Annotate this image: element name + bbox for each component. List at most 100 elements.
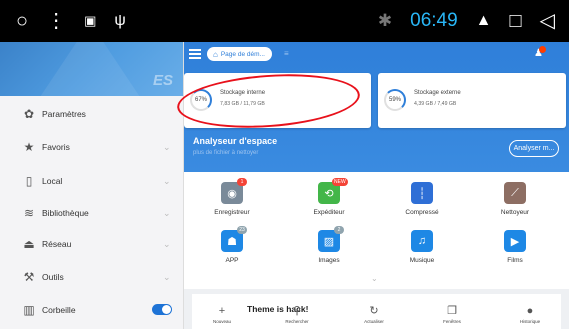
history-icon: ● xyxy=(526,305,534,317)
tile-images[interactable]: ▨ 2 Images xyxy=(294,226,364,274)
drawer-item-label: Favoris xyxy=(42,142,70,152)
external-storage-card[interactable]: 59% Stockage externe 4,39 GB / 7,49 GB xyxy=(378,73,566,128)
drawer-header: ES xyxy=(0,42,183,96)
plus-icon: + xyxy=(218,305,226,317)
shortcut-grid: ◉ 1 Enregistreur ⟲ NEW Expéditeur ┆ Comp… xyxy=(184,172,569,287)
analyzer-title: Analyseur d'espace xyxy=(193,136,278,146)
eject-icon[interactable]: ▲ xyxy=(476,9,492,33)
path-menu-icon[interactable]: ≡ xyxy=(284,49,289,58)
music-icon: ♫ xyxy=(411,230,433,252)
tile-label: APP xyxy=(225,257,239,264)
analyze-button[interactable]: Analyser m... xyxy=(509,140,559,157)
tile-musique[interactable]: ♫ Musique xyxy=(387,226,457,274)
path-breadcrumb[interactable]: ⌂ Page de dém... xyxy=(207,47,272,61)
chevron-down-icon[interactable]: ⌄ xyxy=(163,208,171,219)
drawer-item-local[interactable]: ▯ Local ⌄ xyxy=(0,166,184,196)
bottom-label: Actualiser xyxy=(364,319,384,324)
status-bar: ○ ⋮ ▣ ψ ✱ 06:49 ▲ □ ◁ xyxy=(0,0,569,42)
tile-compresse[interactable]: ┆ Compressé xyxy=(387,178,457,226)
drawer-item-outils[interactable]: ⚒ Outils ⌄ xyxy=(0,262,184,292)
chevron-down-icon[interactable]: ⌄ xyxy=(163,272,171,283)
tile-expediteur[interactable]: ⟲ NEW Expéditeur xyxy=(294,178,364,226)
tile-label: Nettoyeur xyxy=(500,209,530,216)
path-label: Page de dém... xyxy=(220,50,265,58)
drawer-item-label: Paramètres xyxy=(42,109,86,119)
broom-icon: ⟋ xyxy=(504,182,526,204)
drawer-item-label: Réseau xyxy=(42,239,72,249)
circle-icon[interactable]: ○ xyxy=(16,9,28,33)
film-icon: ▶ xyxy=(504,230,526,252)
drawer-item-label: Outils xyxy=(42,272,64,282)
notification-dot xyxy=(539,46,546,53)
search-button[interactable]: ⚲ Rechercher xyxy=(267,304,327,324)
usb-icon: ψ xyxy=(114,12,126,29)
internal-storage-card[interactable]: 67% Stockage interne 7,83 GB / 11,79 GB xyxy=(184,73,371,128)
menu-icon[interactable] xyxy=(189,49,201,59)
search-icon: ⚲ xyxy=(292,305,302,317)
tile-app[interactable]: ☗ 23 APP xyxy=(197,226,267,274)
tile-enregistreur[interactable]: ◉ 1 Enregistreur xyxy=(197,178,267,226)
square-icon[interactable]: □ xyxy=(510,9,522,33)
star-icon: ★ xyxy=(23,140,35,154)
wrench-icon: ⚒ xyxy=(23,270,35,284)
status-clock: 06:49 xyxy=(410,10,458,31)
internal-percent: 67% xyxy=(194,97,207,103)
bottom-label: Nouveau xyxy=(212,319,231,324)
internal-storage-title: Stockage interne xyxy=(220,90,266,96)
external-usage-ring: 59% xyxy=(384,89,406,111)
back-icon[interactable]: ◁ xyxy=(540,9,555,33)
bottom-label: Historique xyxy=(519,319,541,324)
drawer-item-reseau[interactable]: ⏏ Réseau ⌄ xyxy=(0,229,184,259)
external-storage-size: 4,39 GB / 7,49 GB xyxy=(414,101,457,107)
home-icon: ⌂ xyxy=(213,49,218,59)
drawer-item-corbeille[interactable]: ▥ Corbeille xyxy=(0,295,184,325)
windows-button[interactable]: ❐ Fenêtres xyxy=(422,304,482,324)
drawer-item-label: Bibliothèque xyxy=(42,208,89,218)
tile-badge: 1 xyxy=(237,178,247,186)
layers-icon: ≋ xyxy=(23,206,35,220)
tile-badge: 23 xyxy=(237,226,247,234)
chevron-down-icon[interactable]: ⌄ xyxy=(163,239,171,250)
gear-icon: ✿ xyxy=(23,107,35,121)
drawer-item-label: Local xyxy=(42,176,63,186)
chevron-down-icon[interactable]: ⌄ xyxy=(163,142,171,153)
external-storage-title: Stockage externe xyxy=(414,90,461,96)
bluetooth-icon: ✱ xyxy=(377,11,393,30)
windows-icon: ❐ xyxy=(447,305,457,317)
tile-label: Expéditeur xyxy=(313,209,345,216)
phone-icon: ▯ xyxy=(25,174,33,188)
new-button[interactable]: + Nouveau xyxy=(192,304,252,324)
more-vert-icon[interactable]: ⋮ xyxy=(46,9,66,33)
tile-nettoyeur[interactable]: ⟋ Nettoyeur xyxy=(480,178,550,226)
tile-films[interactable]: ▶ Films xyxy=(480,226,550,274)
expand-chevron-icon[interactable]: ⌄ xyxy=(371,274,378,283)
chevron-down-icon[interactable]: ⌄ xyxy=(163,176,171,187)
tile-badge: NEW xyxy=(332,178,348,186)
nav-drawer: ES ✿ Paramètres ★ Favoris ⌄ ▯ Local ⌄ ≋ … xyxy=(0,42,184,329)
bottom-label: Fenêtres xyxy=(443,319,461,324)
tile-label: Compressé xyxy=(405,209,439,216)
refresh-icon: ↻ xyxy=(369,305,379,317)
external-percent: 59% xyxy=(388,97,401,103)
history-button[interactable]: ● Historique xyxy=(500,304,560,324)
drawer-item-bibliotheque[interactable]: ≋ Bibliothèque ⌄ xyxy=(0,198,184,228)
network-icon: ⏏ xyxy=(23,237,35,251)
drawer-item-parametres[interactable]: ✿ Paramètres xyxy=(0,99,184,129)
bottom-label: Rechercher xyxy=(285,319,309,324)
refresh-button[interactable]: ↻ Actualiser xyxy=(344,304,404,324)
analyzer-subtitle: plus de fichier à nettoyer xyxy=(193,150,259,156)
zip-icon: ┆ xyxy=(411,182,433,204)
tile-label: Images xyxy=(318,257,340,264)
drawer-item-favoris[interactable]: ★ Favoris ⌄ xyxy=(0,132,184,162)
trash-icon: ▥ xyxy=(23,303,35,317)
tile-label: Enregistreur xyxy=(214,209,250,216)
main-header: ⌂ Page de dém... ≡ ♟ 67% Stockage intern… xyxy=(184,42,569,172)
tile-badge: 2 xyxy=(334,226,344,234)
corbeille-toggle[interactable] xyxy=(152,304,172,315)
bottom-toolbar: + Nouveau ⚲ Rechercher ↻ Actualiser ❐ Fe… xyxy=(184,304,569,329)
main-panel: ⌂ Page de dém... ≡ ♟ 67% Stockage intern… xyxy=(184,42,569,329)
tile-label: Films xyxy=(507,257,523,264)
es-logo: ES xyxy=(152,72,173,89)
internal-usage-ring: 67% xyxy=(190,89,212,111)
tile-label: Musique xyxy=(409,257,435,264)
